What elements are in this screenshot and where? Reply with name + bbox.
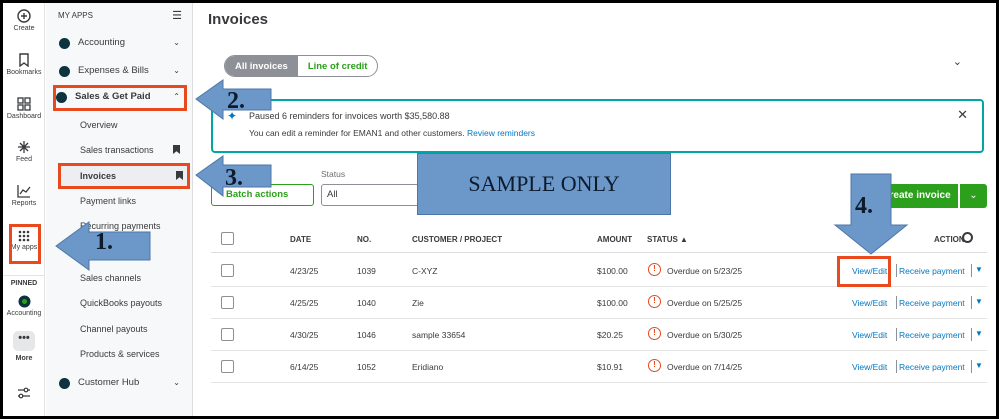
annotation-label-2: 2.: [227, 88, 245, 114]
annotation-arrows: [55, 79, 909, 271]
app-window: Create Bookmarks Dashboard Feed Reports …: [3, 3, 996, 416]
annotation-label-1: 1.: [95, 229, 113, 255]
annotation-label-3: 3.: [225, 165, 243, 191]
annotation-label-4: 4.: [855, 193, 873, 219]
